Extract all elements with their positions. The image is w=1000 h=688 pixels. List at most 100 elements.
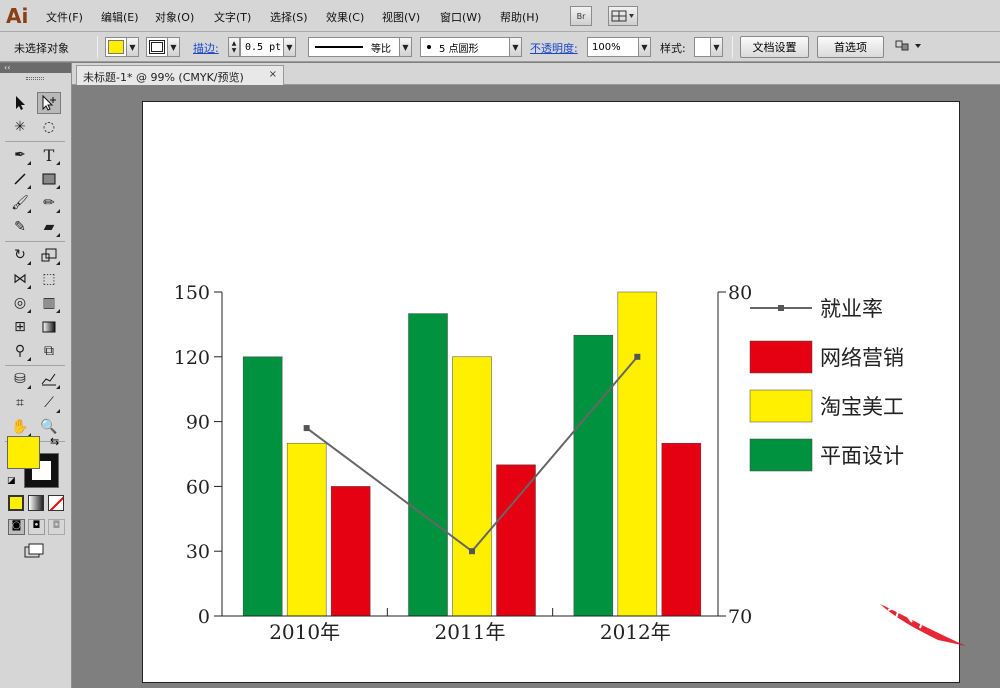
- fill-dropdown[interactable]: ▼: [126, 37, 139, 57]
- draw-behind-button[interactable]: ◘: [28, 519, 45, 535]
- chart[interactable]: 0 30 60 90 120 150 70 80 2010年 2011年 2012年 就业率网络营销…: [142, 101, 960, 683]
- stroke-profile-dropdown[interactable]: ▼: [399, 37, 412, 57]
- type-tool[interactable]: T: [37, 144, 61, 166]
- artboard-tool[interactable]: ⌗: [8, 392, 32, 414]
- app-logo: Ai: [6, 4, 29, 28]
- document-tab[interactable]: 未标题-1* @ 99% (CMYK/预览) ×: [76, 65, 284, 85]
- direct-selection-arrow-icon: [42, 95, 56, 111]
- bar-网络营销-2012年: [661, 442, 702, 617]
- tools-panel-header[interactable]: ‹‹: [0, 63, 71, 73]
- stroke-swatch[interactable]: [146, 37, 168, 57]
- x-tick-label: 2011年: [435, 620, 506, 644]
- type-icon: T: [43, 145, 55, 165]
- stroke-weight-dropdown[interactable]: ▼: [283, 37, 296, 57]
- lasso-tool[interactable]: ◌: [37, 116, 61, 138]
- stroke-label[interactable]: 描边:: [193, 40, 219, 56]
- menu-view[interactable]: 视图(V): [382, 9, 420, 25]
- blend-icon: ⧉: [44, 343, 54, 359]
- width-icon: ⋈: [13, 271, 27, 287]
- left-tick-label: 60: [186, 476, 210, 498]
- menu-help[interactable]: 帮助(H): [500, 9, 539, 25]
- scale-tool[interactable]: [37, 244, 61, 266]
- brush-dropdown[interactable]: ▼: [509, 37, 522, 57]
- menu-effect[interactable]: 效果(C): [326, 9, 364, 25]
- opacity-label[interactable]: 不透明度:: [530, 40, 578, 56]
- bridge-button[interactable]: Br: [570, 6, 592, 26]
- color-mode-button[interactable]: [8, 495, 24, 511]
- chevron-down-icon: ▼: [713, 42, 720, 52]
- blend-tool[interactable]: ⧉: [37, 340, 61, 362]
- menu-object[interactable]: 对象(O): [155, 9, 194, 25]
- symbol-sprayer-icon: ⛁: [14, 371, 26, 387]
- screen-mode-icon: [24, 543, 44, 558]
- menu-window[interactable]: 窗口(W): [440, 9, 481, 25]
- column-graph-tool[interactable]: [37, 368, 61, 390]
- line-point-2012年: [634, 353, 641, 360]
- brush-size-label: 5 点圆形: [439, 43, 479, 55]
- draw-normal-button[interactable]: ◙: [8, 519, 25, 535]
- scale-icon: [41, 248, 57, 262]
- arrange-panel-button[interactable]: [894, 38, 924, 57]
- menu-select[interactable]: 选择(S): [270, 9, 308, 25]
- preferences-button[interactable]: 首选项: [817, 36, 884, 58]
- swap-fill-stroke-icon[interactable]: ⇆: [50, 435, 59, 448]
- fill-color-box[interactable]: [7, 436, 40, 469]
- menu-file[interactable]: 文件(F): [46, 9, 83, 25]
- draw-inside-button[interactable]: ◘: [48, 519, 65, 535]
- stroke-dropdown[interactable]: ▼: [167, 37, 180, 57]
- document-setup-button[interactable]: 文档设置: [740, 36, 809, 58]
- stroke-weight-stepper[interactable]: ▲ ▼: [228, 37, 240, 57]
- perspective-grid-tool[interactable]: ▥: [37, 292, 61, 314]
- selection-tool[interactable]: [8, 92, 32, 114]
- shape-builder-tool[interactable]: ◎: [8, 292, 32, 314]
- x-tick-label: 2012年: [600, 620, 671, 644]
- draw-inside-icon: ◘: [52, 520, 61, 531]
- width-tool[interactable]: ⋈: [8, 268, 32, 290]
- perspective-grid-icon: ▥: [42, 295, 56, 311]
- pencil-tool[interactable]: ✏: [37, 192, 61, 214]
- gradient-tool[interactable]: [37, 316, 61, 338]
- arrange-documents-button[interactable]: [608, 6, 638, 26]
- line-segment-tool[interactable]: [8, 168, 32, 190]
- close-tab-icon[interactable]: ×: [269, 69, 277, 80]
- mesh-tool[interactable]: ⊞: [8, 316, 32, 338]
- opacity-input[interactable]: 100%: [587, 37, 639, 57]
- symbol-sprayer-tool[interactable]: ⛁: [8, 368, 32, 390]
- chevron-down-icon: ▼: [641, 42, 648, 52]
- slice-icon: ⟋: [44, 395, 54, 411]
- draw-normal-icon: ◙: [11, 520, 22, 531]
- stroke-profile-select[interactable]: 等比: [308, 37, 400, 57]
- screen-mode-button[interactable]: [24, 543, 46, 562]
- none-mode-button[interactable]: [48, 495, 64, 511]
- hand-tool[interactable]: ✋: [8, 416, 32, 438]
- gradient-mode-button[interactable]: [28, 495, 44, 511]
- magic-wand-tool[interactable]: ✳: [8, 116, 32, 138]
- eraser-tool[interactable]: ▰: [37, 216, 61, 238]
- paintbrush-tool[interactable]: 🖌: [8, 192, 32, 214]
- menu-edit[interactable]: 编辑(E): [101, 9, 139, 25]
- selection-arrow-icon: [16, 96, 25, 110]
- rectangle-tool[interactable]: [37, 168, 61, 190]
- blob-brush-tool[interactable]: ✎: [8, 216, 32, 238]
- direct-selection-tool[interactable]: [37, 92, 61, 114]
- legend-label: 就业率: [820, 297, 883, 321]
- eyedropper-tool[interactable]: ⚲: [8, 340, 32, 362]
- opacity-dropdown[interactable]: ▼: [638, 37, 651, 57]
- rotate-tool[interactable]: ↻: [8, 244, 32, 266]
- align-options-icon: [895, 40, 921, 51]
- menu-type[interactable]: 文字(T): [214, 9, 251, 25]
- brush-select[interactable]: 5 点圆形: [420, 37, 510, 57]
- free-transform-tool[interactable]: ⬚: [37, 268, 61, 290]
- legend-label: 淘宝美工: [820, 395, 904, 419]
- fill-swatch[interactable]: [105, 37, 127, 57]
- pen-tool[interactable]: ✒: [8, 144, 32, 166]
- tools-panel-grip[interactable]: [26, 77, 44, 80]
- shape-builder-icon: ◎: [13, 295, 27, 311]
- slice-tool[interactable]: ⟋: [37, 392, 61, 414]
- graphic-style-swatch[interactable]: [694, 37, 711, 57]
- graph-icon: [41, 373, 56, 386]
- default-fill-stroke-icon[interactable]: ◪: [7, 476, 16, 486]
- brush-dot-icon: [427, 45, 431, 49]
- stroke-weight-input[interactable]: 0.5 pt: [240, 37, 284, 57]
- graphic-style-dropdown[interactable]: ▼: [710, 37, 723, 57]
